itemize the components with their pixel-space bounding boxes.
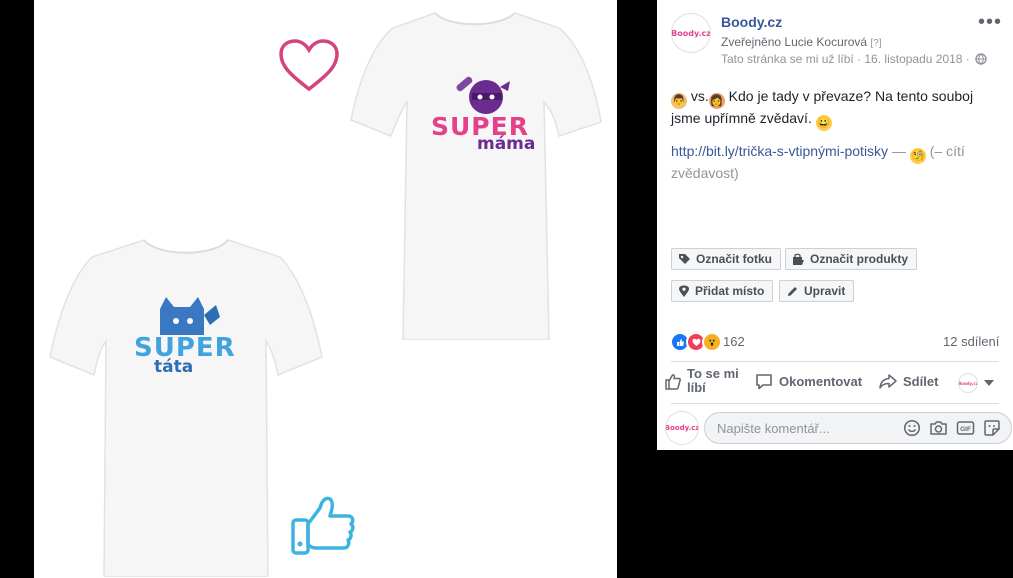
tshirt-super-tata: SUPER táta [46, 237, 326, 577]
man-emoji-icon: 👨 [671, 93, 687, 109]
reaction-icons[interactable] [670, 332, 722, 352]
tag-photo-label: Označit fotku [696, 252, 773, 266]
divider-bottom [671, 403, 999, 404]
like-button[interactable]: To se mi líbí [665, 367, 739, 395]
sticker-icon[interactable] [983, 419, 1001, 437]
camera-icon[interactable] [929, 419, 948, 437]
grin-emoji-icon: 😀 [815, 115, 832, 131]
add-location-button[interactable]: Přidat místo [671, 280, 774, 302]
globe-icon[interactable] [975, 53, 987, 65]
share-count[interactable]: 12 sdílení [943, 334, 999, 349]
tshirt-super-mama: SUPER máma [349, 10, 604, 340]
caret-down-icon [984, 380, 994, 386]
tag-products-button[interactable]: Označit produkty [785, 248, 918, 270]
edit-button[interactable]: Upravit [779, 280, 855, 302]
comment-input[interactable]: Napište komentář... GIF [704, 412, 1012, 444]
shopping-bag-icon [793, 253, 804, 265]
pencil-icon [788, 286, 797, 296]
share-button[interactable]: Sdílet [879, 373, 938, 389]
tag-products-label: Označit produkty [810, 252, 909, 266]
mama-word-mama: máma [477, 134, 536, 154]
meta-text: Tato stránka se mi už líbí · 16. listopa… [721, 52, 970, 66]
comment-bubble-icon [756, 374, 772, 390]
post-text-a: vs. [687, 88, 709, 104]
thumbs-up-outline-icon [665, 373, 681, 390]
post-message: 👨 vs.👩 Kdo je tady v převaze? Na tento s… [671, 87, 991, 131]
commenter-avatar: Boody.cz [665, 411, 699, 445]
post-byline: Zveřejněno Lucie Kocurová [?] [721, 35, 882, 49]
edit-label: Upravit [804, 284, 846, 298]
help-mark[interactable]: [?] [870, 38, 881, 49]
more-options-icon[interactable]: ••• [978, 11, 1002, 34]
author-name: Lucie Kocurová [784, 35, 868, 49]
reaction-count[interactable]: 162 [723, 334, 745, 349]
post-meta: Tato stránka se mi už líbí · 16. listopa… [721, 52, 987, 66]
tag-photo-button[interactable]: Označit fotku [671, 248, 782, 270]
comment-label: Okomentovat [779, 374, 863, 389]
byline-prefix: Zveřejněno [721, 35, 782, 49]
share-arrow-icon [879, 374, 897, 389]
add-location-label: Přidat místo [695, 284, 765, 298]
divider-top [671, 361, 999, 362]
panel-empty-area [657, 450, 1013, 578]
post-as-selector[interactable]: Boody.cz [958, 373, 1000, 393]
page-name-link[interactable]: Boody.cz [721, 14, 782, 30]
tag-icon [679, 253, 690, 264]
commenter-logo-text: Boody.cz [665, 424, 699, 432]
post-photo[interactable]: SUPER máma SUPER táta [34, 0, 617, 578]
post-as-logo-text: Boody.cz [958, 380, 978, 386]
heart-icon [279, 39, 339, 92]
post-as-avatar: Boody.cz [958, 373, 978, 393]
location-pin-icon [679, 285, 689, 297]
page-avatar[interactable]: Boody.cz [671, 13, 711, 53]
post-link-line: http://bit.ly/trička-s-vtipnými-potisky … [671, 142, 991, 183]
emoji-picker-icon[interactable] [903, 419, 921, 437]
wow-reaction-icon [702, 332, 722, 352]
comment-placeholder: Napište komentář... [717, 421, 830, 436]
tata-word-tata: táta [154, 357, 194, 377]
woman-emoji-icon: 👩 [708, 93, 725, 109]
mama-figure-icon [454, 73, 510, 117]
share-label: Sdílet [903, 373, 939, 389]
post-link[interactable]: http://bit.ly/trička-s-vtipnými-potisky [671, 143, 888, 159]
curious-emoji-icon: 🧐 [909, 148, 926, 164]
page-logo-text: Boody.cz [671, 28, 711, 38]
svg-text:GIF: GIF [960, 426, 971, 433]
comment-button[interactable]: Okomentovat [755, 373, 862, 390]
feeling-prefix: — [888, 143, 910, 159]
like-label: To se mi líbí [687, 366, 739, 395]
thumbs-up-icon [291, 496, 355, 555]
gif-icon[interactable]: GIF [956, 419, 975, 437]
